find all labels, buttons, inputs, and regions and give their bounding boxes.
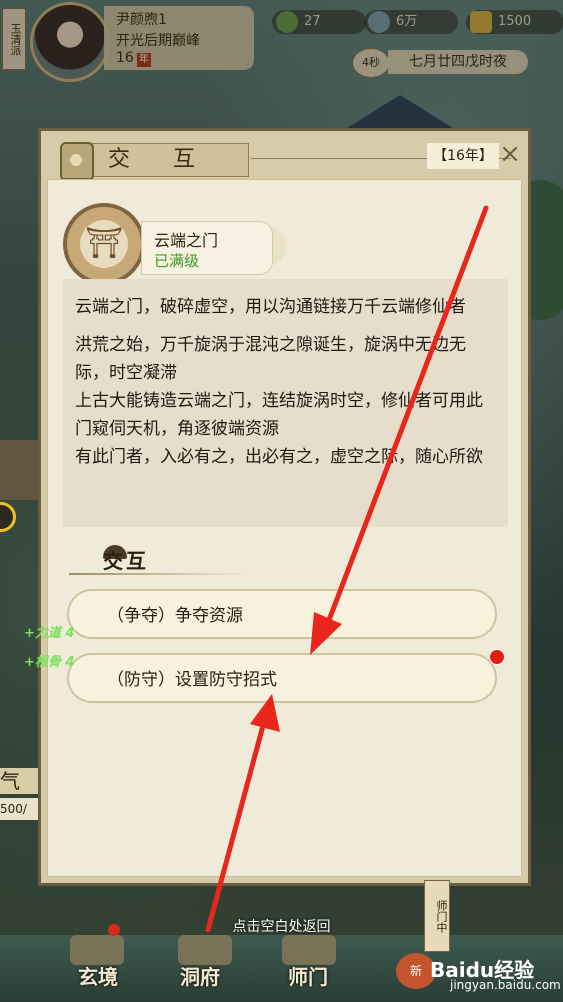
description-line: 上古大能铸造云端之门，连结旋涡时空，修仙者可用此门窥伺天机，角逐彼端资源 xyxy=(75,391,483,439)
option-defend-button[interactable]: （防守）设置防守招式 xyxy=(67,653,497,703)
section-divider xyxy=(69,573,249,575)
watermark-url: jingyan.baidu.com xyxy=(450,978,561,992)
nav-shimen[interactable]: 师门 xyxy=(288,961,328,990)
nav-dongfu[interactable]: 洞府 xyxy=(180,961,220,990)
notification-dot xyxy=(489,649,505,665)
stat-gain-bone: +根骨 4 xyxy=(24,655,75,670)
side-qi-label: 气合 xyxy=(0,768,38,819)
return-hint: 点击空白处返回 xyxy=(232,919,331,935)
item-name-box: 云端之门 已满级 xyxy=(141,221,273,275)
gate-icon: ⛩ xyxy=(80,220,128,268)
interaction-dialog: 交 互 【16年】 × ⛩ 云端之门 已满级 云端之门，破碎虚空，用以沟通链接万… xyxy=(38,128,531,886)
year-tag: 【16年】 xyxy=(427,143,499,169)
description-line: 有此门者，入必有之，出必有之，虚空之际，随心所欲 xyxy=(75,447,483,467)
stat-gain-strength: +力道 4 xyxy=(24,626,75,641)
nav-notification-dot xyxy=(108,924,120,936)
side-hp-label: 500/ xyxy=(0,798,38,820)
item-name: 云端之门 xyxy=(154,231,219,250)
bell-icon xyxy=(60,142,94,180)
dialog-title-text: 交 互 xyxy=(108,147,213,172)
dialog-title: 交 互 xyxy=(60,142,249,180)
close-icon[interactable]: × xyxy=(497,141,523,167)
description-line: 洪荒之始，万千旋涡于混沌之隙诞生，旋涡中无边无际，时空凝滞 xyxy=(75,335,466,383)
option-contest-button[interactable]: （争夺）争夺资源 xyxy=(67,589,497,639)
section-title-text: 交互 xyxy=(103,549,149,573)
item-level: 已满级 xyxy=(154,252,200,270)
section-title: 交互 xyxy=(69,543,269,573)
master-tag[interactable]: 师门中 xyxy=(424,880,450,952)
description-line: 云端之门，破碎虚空，用以沟通链接万千云端修仙者 xyxy=(75,297,466,317)
item-portrait: ⛩ xyxy=(63,203,145,285)
item-description[interactable]: 云端之门，破碎虚空，用以沟通链接万千云端修仙者 洪荒之始，万千旋涡于混沌之隙诞生… xyxy=(63,279,508,527)
nav-xuanjing[interactable]: 玄境 xyxy=(78,961,118,990)
